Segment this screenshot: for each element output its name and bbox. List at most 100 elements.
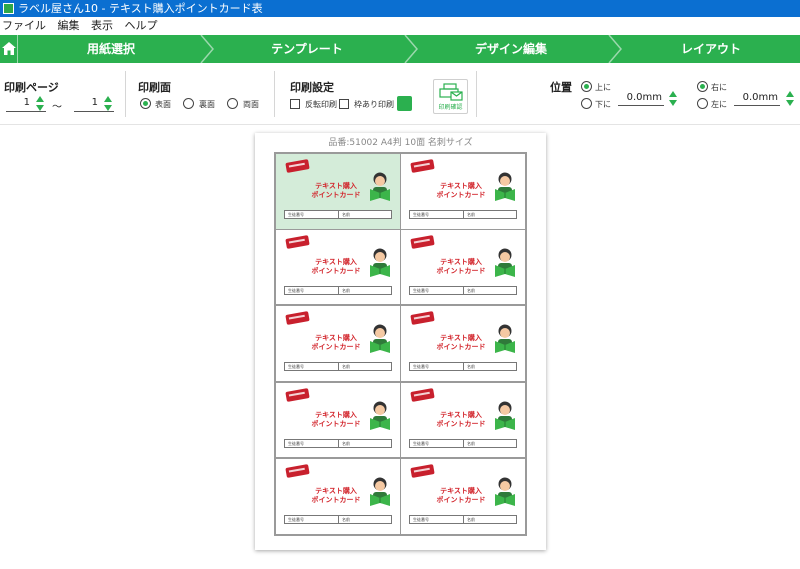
card-title-line1: テキスト購入 (440, 410, 482, 419)
student-reading-icon (370, 248, 390, 277)
label-card[interactable]: テキスト購入 ポイントカード 生徒番号 名前 (275, 153, 401, 230)
print-preview-label: 印刷確認 (438, 104, 463, 111)
spin-up-icon (36, 96, 44, 102)
side-back-radio[interactable] (183, 98, 194, 109)
step-template[interactable]: テンプレート (214, 35, 400, 63)
card-title-line2: ポイントカード (436, 343, 486, 352)
field-student-number-label: 生徒番号 (413, 440, 429, 446)
field-name-label: 名前 (467, 212, 475, 217)
menu-file[interactable]: ファイル (2, 17, 52, 35)
separator (476, 71, 477, 117)
home-button[interactable] (0, 35, 18, 63)
spin-up-icon (104, 96, 112, 102)
stamp-logo-icon (285, 311, 310, 326)
step-layout[interactable]: レイアウト (622, 35, 800, 63)
label-card[interactable]: テキスト購入 ポイントカード 生徒番号 名前 (400, 381, 526, 459)
step-design-edit[interactable]: デザイン編集 (418, 35, 604, 63)
vertical-offset-spinner[interactable] (669, 91, 678, 107)
label-card[interactable]: テキスト購入 ポイントカード 生徒番号 名前 (275, 228, 401, 306)
field-divider (338, 286, 339, 294)
card-form-fields: 生徒番号 名前 (284, 438, 392, 448)
paper-product-title: 品番:51002 A4判 10面 名刺サイズ (328, 138, 473, 148)
card-title-line2: ポイントカード (311, 496, 361, 505)
side-both-radio[interactable] (227, 98, 238, 109)
print-side-title: 印刷面 (138, 81, 171, 94)
field-divider (463, 286, 464, 294)
position-left-label: 左に (711, 100, 727, 109)
horizontal-offset-spinner[interactable] (786, 91, 795, 107)
spin-up-icon (669, 91, 677, 97)
side-back-label: 裏面 (199, 100, 215, 109)
menu-edit[interactable]: 編集 (58, 17, 86, 35)
card-title-line1: テキスト購入 (315, 257, 357, 266)
step-arrow-icon (404, 35, 418, 63)
reverse-print-checkbox[interactable] (290, 99, 300, 109)
vertical-offset-input[interactable]: 0.0mm (618, 92, 662, 103)
label-card[interactable]: テキスト購入 ポイントカード 生徒番号 名前 (400, 305, 526, 382)
label-card[interactable]: テキスト購入 ポイントカード 生徒番号 名前 (400, 228, 526, 306)
position-left-radio[interactable] (697, 98, 708, 109)
frame-color-swatch[interactable] (397, 96, 412, 111)
step-arrow-icon (200, 35, 214, 63)
field-student-number-label: 生徒番号 (413, 212, 429, 217)
card-form-fields: 生徒番号 名前 (284, 515, 392, 525)
card-title-line1: テキスト購入 (315, 410, 357, 419)
separator (274, 71, 275, 117)
card-form-fields: 生徒番号 名前 (409, 438, 517, 448)
page-to-spinner[interactable] (104, 96, 113, 112)
field-divider (338, 516, 339, 524)
print-preview-button[interactable]: 印刷確認 (433, 79, 468, 114)
side-both-label: 両面 (243, 100, 259, 109)
frame-print-checkbox[interactable] (339, 99, 349, 109)
card-title-line2: ポイントカード (436, 266, 486, 275)
field-divider (338, 363, 339, 371)
step-arrow-icon (608, 35, 622, 63)
toolbar: 印刷ページ 1 ～ 1 印刷面 表面 裏面 両面 印刷設定 反転印刷 枠あり印刷… (0, 63, 800, 125)
stamp-logo-icon (410, 387, 435, 402)
field-divider (463, 439, 464, 447)
card-title-line2: ポイントカード (436, 496, 486, 505)
card-title-line2: ポイントカード (311, 191, 361, 199)
side-front-radio[interactable] (140, 98, 151, 109)
card-title-line2: ポイントカード (311, 343, 361, 352)
page-from-value[interactable]: 1 (6, 97, 30, 108)
card-title-line1: テキスト購入 (440, 182, 482, 190)
spin-down-icon (36, 105, 44, 111)
field-student-number-label: 生徒番号 (288, 212, 304, 217)
label-card[interactable]: テキスト購入 ポイントカード 生徒番号 名前 (400, 458, 526, 535)
horizontal-offset-input[interactable]: 0.0mm (734, 92, 778, 103)
menu-help[interactable]: ヘルプ (125, 17, 164, 35)
label-card[interactable]: テキスト購入 ポイントカード 生徒番号 名前 (275, 305, 401, 382)
step-navigation: 用紙選択 テンプレート デザイン編集 レイアウト (0, 35, 800, 63)
field-divider (463, 516, 464, 524)
page-to-value[interactable]: 1 (74, 97, 98, 108)
reverse-print-label: 反転印刷 (305, 100, 337, 109)
position-top-radio[interactable] (581, 81, 592, 92)
student-reading-icon (370, 401, 390, 430)
card-title-line1: テキスト購入 (315, 334, 357, 343)
student-reading-icon (495, 248, 515, 277)
card-title-line1: テキスト購入 (440, 334, 482, 343)
horizontal-offset-underline (734, 105, 780, 106)
step-paper-select[interactable]: 用紙選択 (18, 35, 204, 63)
label-card[interactable]: テキスト購入 ポイントカード 生徒番号 名前 (275, 458, 401, 535)
card-form-fields: 生徒番号 名前 (284, 210, 392, 219)
stamp-logo-icon (410, 159, 435, 173)
card-title-line2: ポイントカード (436, 191, 486, 199)
position-bottom-radio[interactable] (581, 98, 592, 109)
label-card[interactable]: テキスト購入 ポイントカード 生徒番号 名前 (275, 381, 401, 459)
label-card[interactable]: テキスト購入 ポイントカード 生徒番号 名前 (400, 153, 526, 230)
position-right-radio[interactable] (697, 81, 708, 92)
menu-view[interactable]: 表示 (91, 17, 119, 35)
separator (125, 71, 126, 117)
print-pages-title: 印刷ページ (4, 81, 59, 94)
stamp-logo-icon (410, 464, 435, 479)
page-from-spinner[interactable] (36, 96, 45, 112)
window-title: ラベル屋さん10 - テキスト購入ポイントカード表 (18, 2, 263, 15)
paper-preview: 品番:51002 A4判 10面 名刺サイズ テキスト購入 ポイントカード 生徒… (255, 133, 546, 550)
student-reading-icon (495, 401, 515, 430)
card-form-fields: 生徒番号 名前 (409, 210, 517, 219)
app-icon (3, 3, 14, 14)
label-sheet: テキスト購入 ポイントカード 生徒番号 名前 テキスト購入 ポイントカード 生徒… (274, 152, 527, 536)
stamp-logo-icon (285, 387, 310, 402)
